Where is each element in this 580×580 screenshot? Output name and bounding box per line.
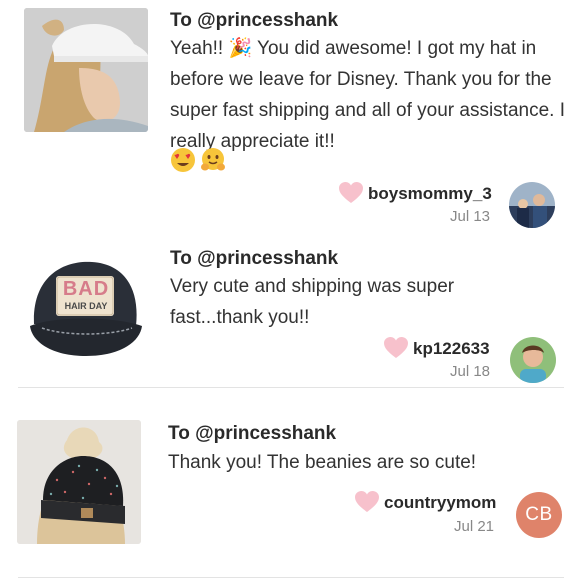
reviewer-username[interactable]: boysmommy_3 <box>368 184 492 204</box>
review-date: Jul 21 <box>454 518 495 535</box>
review-date: Jul 18 <box>450 363 491 380</box>
review-message: Thank you! The beanies are so cute! <box>168 452 477 473</box>
reviewer-username[interactable]: countryymom <box>384 493 496 513</box>
hugging-face-emoji-icon <box>201 148 225 171</box>
divider <box>18 577 564 578</box>
heart-eyes-emoji-icon <box>171 148 195 172</box>
recipient-label: To @princesshank <box>168 423 337 444</box>
reviewer-avatar[interactable] <box>510 337 556 383</box>
reviewer-username[interactable]: kp122633 <box>413 339 490 359</box>
avatar-photo <box>510 337 556 383</box>
hat-text-hair-day: HAIR DAY <box>64 301 108 311</box>
product-thumbnail[interactable]: BAD HAIR DAY <box>24 246 148 370</box>
reviewer-avatar[interactable] <box>509 182 555 228</box>
messy-bun-beanie-photo <box>17 420 141 544</box>
like-heart-icon[interactable] <box>339 182 363 204</box>
ponytail-cap-photo <box>24 8 148 132</box>
product-thumbnail[interactable] <box>24 8 148 132</box>
review-message: Very cute and shipping was super fast...… <box>170 276 455 328</box>
like-heart-icon[interactable] <box>355 491 379 513</box>
recipient-label: To @princesshank <box>170 10 339 31</box>
emoji-row <box>170 147 226 173</box>
like-heart-icon[interactable] <box>384 337 408 359</box>
review-date: Jul 13 <box>450 208 491 225</box>
hat-text-bad: BAD <box>62 278 110 300</box>
divider <box>18 387 564 388</box>
avatar-photo <box>509 182 555 228</box>
reviewer-avatar[interactable]: CB <box>516 492 562 538</box>
product-thumbnail[interactable] <box>17 420 141 544</box>
review-message: Yeah!! 🎉 You did awesome! I got my hat i… <box>170 38 566 152</box>
recipient-label: To @princesshank <box>170 248 339 269</box>
